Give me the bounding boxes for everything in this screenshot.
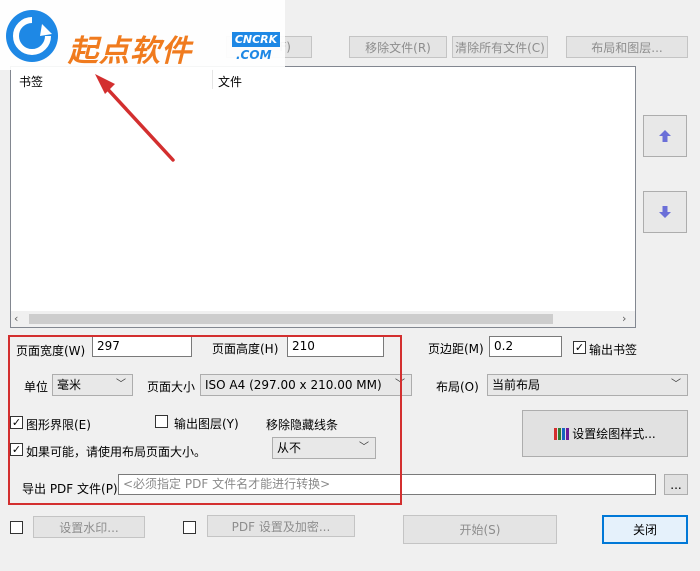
chevron-down-icon: ﹀ (671, 379, 681, 390)
output-layers-label[interactable]: 输出图层(Y) (174, 415, 239, 432)
use-layout-size-label[interactable]: 如果可能，请使用布局页面大小。 (26, 443, 206, 460)
hidden-lines-label: 移除隐藏线条 (266, 418, 339, 432)
export-pdf-input[interactable]: <必须指定 PDF 文件名才能进行转换> (118, 474, 656, 495)
scroll-right-icon[interactable]: › (622, 312, 626, 325)
clear-all-files-button[interactable]: 清除所有文件(C) (452, 36, 548, 58)
output-layers-checkbox[interactable] (155, 415, 168, 428)
page-height-input[interactable]: 210 (287, 336, 384, 357)
page-size-value: ISO A4 (297.00 x 210.00 MM) (205, 378, 382, 392)
arrow-up-icon (659, 130, 671, 142)
page-size-label: 页面大小 (147, 380, 196, 394)
watermark-site: CNCRK (232, 32, 280, 47)
drawing-limits-label[interactable]: 图形界限(E) (26, 416, 91, 433)
refresh-logo-icon (6, 10, 58, 62)
pdf-security-button[interactable]: PDF 设置及加密... (207, 515, 355, 537)
watermark-button[interactable]: 设置水印... (33, 516, 145, 538)
move-up-button[interactable] (643, 115, 687, 157)
scroll-thumb[interactable] (29, 314, 553, 324)
layout-label: 布局(O) (436, 380, 479, 394)
page-width-label: 页面宽度(W) (16, 344, 86, 358)
watermark-domain: .COM (236, 48, 272, 62)
hidden-lines-select[interactable]: 从不 ﹀ (272, 437, 376, 459)
watermark-checkbox[interactable] (10, 521, 23, 534)
drawing-limits-checkbox[interactable]: ✓ (10, 416, 23, 429)
plot-style-button[interactable]: 设置绘图样式... (522, 410, 688, 457)
use-layout-size-checkbox[interactable]: ✓ (10, 443, 23, 456)
file-list[interactable]: 书签 文件 ‹ › (10, 66, 636, 328)
browse-button[interactable]: ... (664, 474, 688, 495)
margin-label: 页边距(M) (428, 342, 484, 356)
unit-select[interactable]: 毫米 ﹀ (52, 374, 133, 396)
layout-select[interactable]: 当前布局 ﹀ (487, 374, 688, 396)
page-size-select[interactable]: ISO A4 (297.00 x 210.00 MM) ﹀ (200, 374, 412, 396)
start-button[interactable]: 开始(S) (403, 515, 557, 544)
column-header-file[interactable]: 文件 (218, 73, 242, 90)
column-header-bookmark[interactable]: 书签 (19, 73, 43, 90)
chevron-down-icon: ﹀ (116, 379, 126, 390)
layout-layers-button[interactable]: 布局和图层... (566, 36, 688, 58)
hidden-lines-value: 从不 (277, 441, 302, 455)
output-bookmarks-checkbox[interactable]: ✓ (573, 341, 586, 354)
remove-file-button[interactable]: 移除文件(R) (349, 36, 447, 58)
close-button[interactable]: 关闭 (602, 515, 688, 544)
page-height-label: 页面高度(H) (212, 342, 279, 356)
output-bookmarks-label[interactable]: 输出书签 (589, 341, 637, 358)
scroll-left-icon[interactable]: ‹ (14, 312, 18, 325)
margin-input[interactable]: 0.2 (489, 336, 562, 357)
column-divider (212, 69, 213, 89)
page-width-input[interactable]: 297 (92, 336, 192, 357)
watermark-logo: 起点软件 CNCRK .COM (0, 0, 285, 70)
crayons-icon (554, 427, 570, 440)
move-down-button[interactable] (643, 191, 687, 233)
chevron-down-icon: ﹀ (359, 442, 369, 453)
layout-value: 当前布局 (492, 378, 541, 392)
arrow-down-icon (659, 206, 671, 218)
unit-value: 毫米 (57, 378, 82, 392)
watermark-brand: 起点软件 (68, 34, 192, 69)
horizontal-scrollbar[interactable]: ‹ › (11, 311, 635, 327)
chevron-down-icon: ﹀ (395, 379, 405, 390)
pdf-security-checkbox[interactable] (183, 521, 196, 534)
unit-label: 单位 (24, 380, 49, 394)
export-pdf-label: 导出 PDF 文件(P) (22, 482, 118, 496)
